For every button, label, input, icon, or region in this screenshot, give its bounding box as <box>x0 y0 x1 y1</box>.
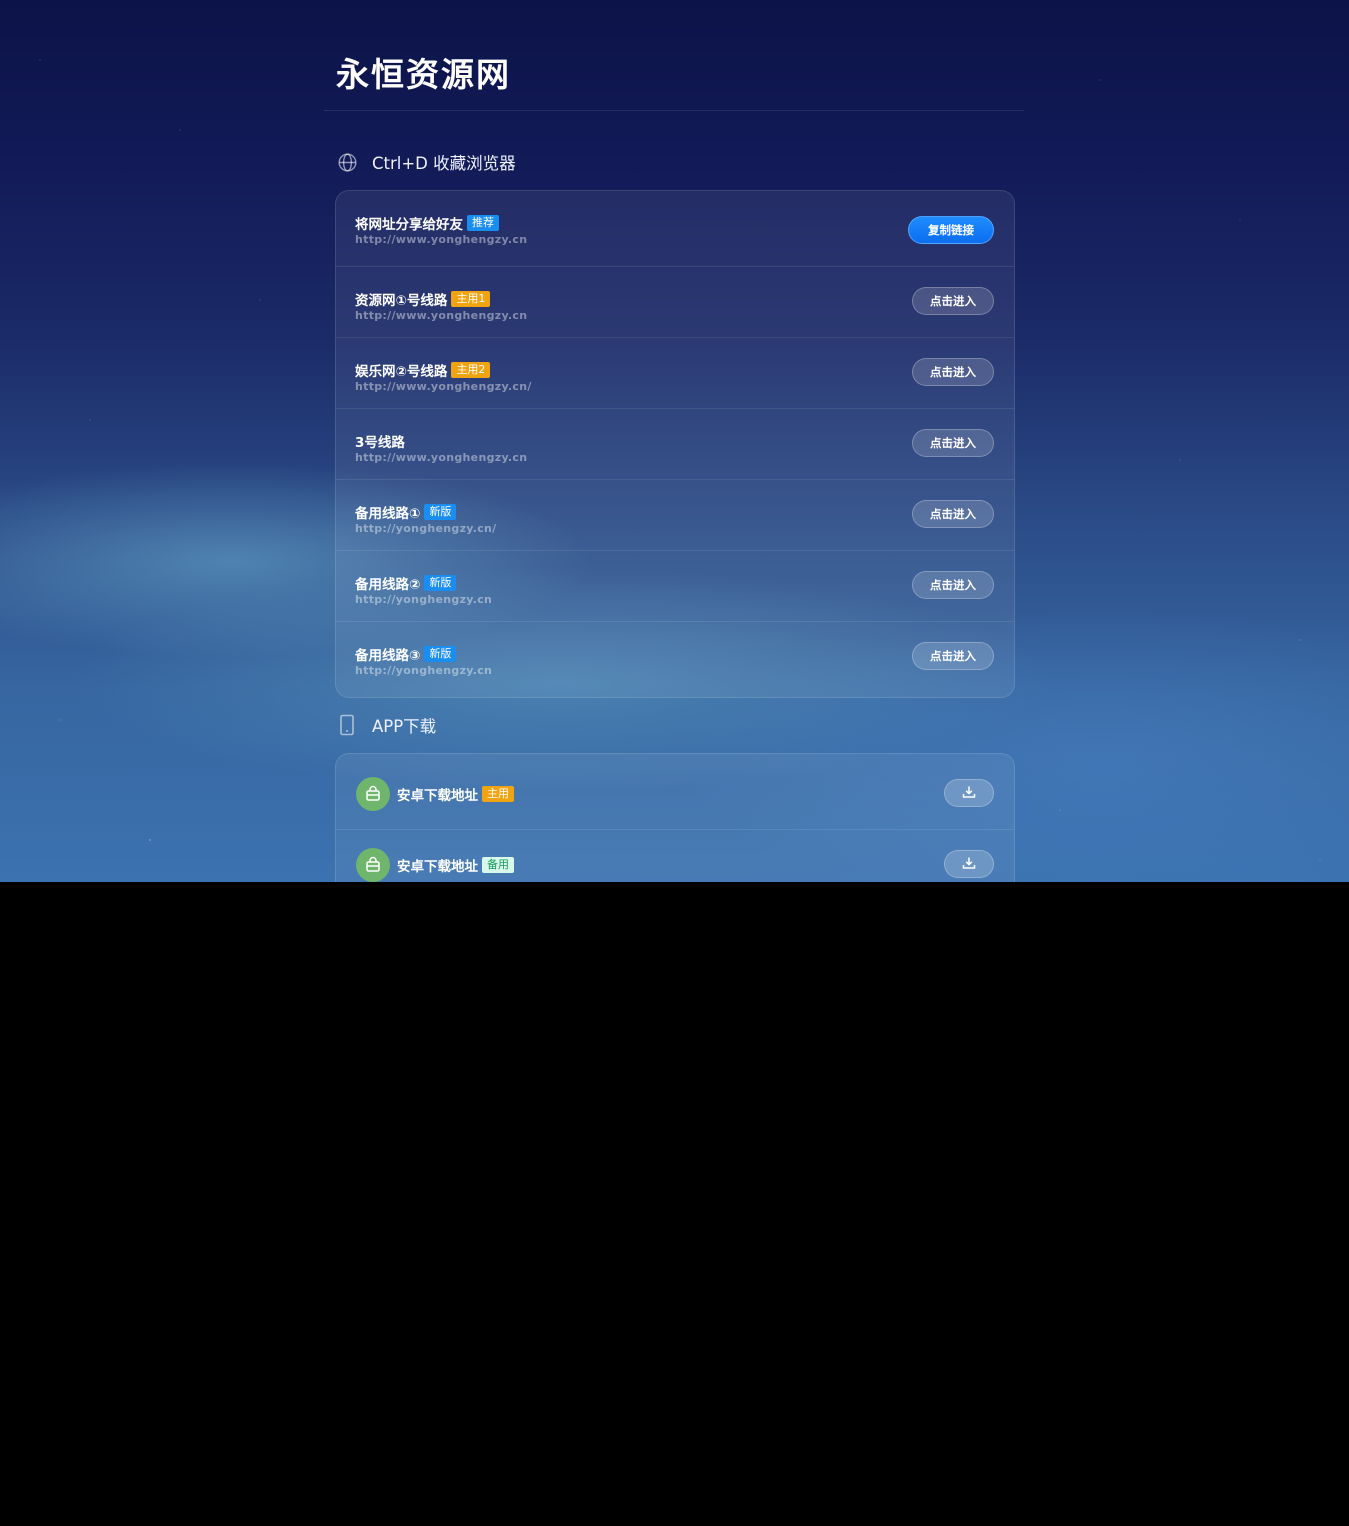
line-badge: 新版 <box>424 504 457 520</box>
line-row: 娱乐网②号线路 主用2 http://www.yonghengzy.cn/ 点击进… <box>336 337 1014 408</box>
line-title: 3号线路 <box>355 432 405 451</box>
download-button[interactable] <box>944 779 994 807</box>
line-url: http://yonghengzy.cn/ <box>355 522 497 535</box>
site-logo[interactable]: 永恒资源网 <box>336 48 511 96</box>
app-title: 安卓下载地址 主用 <box>397 785 514 804</box>
line-title-text: 3号线路 <box>355 435 405 451</box>
app-section-header: APP下载 <box>336 713 436 737</box>
share-row-title: 将网址分享给好友 推荐 <box>355 214 499 233</box>
enter-button[interactable]: 点击进入 <box>912 429 994 457</box>
line-row: 备用线路③ 新版 http://yonghengzy.cn 点击进入 <box>336 621 1014 692</box>
android-icon <box>356 777 390 811</box>
android-icon <box>356 848 390 882</box>
line-title-text: 备用线路③ <box>355 648 421 664</box>
line-badge: 新版 <box>424 646 457 662</box>
app-row: 安卓下载地址 备用 <box>336 829 1014 882</box>
app-title-text: 安卓下载地址 <box>397 788 478 804</box>
line-row: 资源网①号线路 主用1 http://www.yonghengzy.cn 点击进入 <box>336 266 1014 337</box>
line-title: 备用线路① 新版 <box>355 503 457 522</box>
line-url: http://yonghengzy.cn <box>355 664 493 677</box>
line-title-text: 娱乐网②号线路 <box>355 364 448 380</box>
line-title: 备用线路③ 新版 <box>355 645 457 664</box>
enter-button[interactable]: 点击进入 <box>912 642 994 670</box>
app-badge: 备用 <box>482 857 514 873</box>
header-divider <box>324 110 1024 111</box>
line-row: 备用线路② 新版 http://yonghengzy.cn 点击进入 <box>336 550 1014 621</box>
line-url: http://www.yonghengzy.cn/ <box>355 380 532 393</box>
app-row: 安卓下载地址 主用 <box>336 754 1014 829</box>
line-title-text: 备用线路② <box>355 577 421 593</box>
download-icon <box>962 784 976 803</box>
copy-link-button[interactable]: 复制链接 <box>908 216 994 244</box>
download-icon <box>962 855 976 874</box>
enter-button[interactable]: 点击进入 <box>912 500 994 528</box>
line-title-text: 资源网①号线路 <box>355 293 448 309</box>
line-title: 娱乐网②号线路 主用2 <box>355 361 491 380</box>
app-card: 安卓下载地址 主用 安卓下载地址 备用 <box>335 753 1015 882</box>
line-url: http://www.yonghengzy.cn <box>355 451 528 464</box>
line-row: 3号线路 http://www.yonghengzy.cn 点击进入 <box>336 408 1014 479</box>
line-badge: 主用1 <box>451 291 491 307</box>
line-badge: 主用2 <box>451 362 491 378</box>
line-title: 资源网①号线路 主用1 <box>355 290 491 309</box>
lines-card: 将网址分享给好友 推荐 http://www.yonghengzy.cn 复制链… <box>335 190 1015 698</box>
share-title-text: 将网址分享给好友 <box>355 217 463 233</box>
share-url: http://www.yonghengzy.cn <box>355 233 528 246</box>
phone-icon <box>336 714 358 736</box>
line-badge: 新版 <box>424 575 457 591</box>
enter-button[interactable]: 点击进入 <box>912 358 994 386</box>
share-row: 将网址分享给好友 推荐 http://www.yonghengzy.cn 复制链… <box>336 191 1014 266</box>
app-title: 安卓下载地址 备用 <box>397 856 514 875</box>
line-url: http://www.yonghengzy.cn <box>355 309 528 322</box>
globe-icon <box>336 151 358 173</box>
app-section-title: APP下载 <box>372 717 437 736</box>
background-sky: 永恒资源网 Ctrl+D 收藏浏览器 将网址分享给好友 推荐 http://ww… <box>0 0 1349 882</box>
recommend-badge: 推荐 <box>467 215 499 231</box>
line-row: 备用线路① 新版 http://yonghengzy.cn/ 点击进入 <box>336 479 1014 550</box>
bookmark-section-title: Ctrl+D 收藏浏览器 <box>372 154 516 173</box>
enter-button[interactable]: 点击进入 <box>912 571 994 599</box>
enter-button[interactable]: 点击进入 <box>912 287 994 315</box>
line-title-text: 备用线路① <box>355 506 421 522</box>
line-title: 备用线路② 新版 <box>355 574 457 593</box>
app-title-text: 安卓下载地址 <box>397 859 478 875</box>
app-badge: 主用 <box>482 786 514 802</box>
line-url: http://yonghengzy.cn <box>355 593 493 606</box>
download-button[interactable] <box>944 850 994 878</box>
bookmark-section-header: Ctrl+D 收藏浏览器 <box>336 150 516 174</box>
